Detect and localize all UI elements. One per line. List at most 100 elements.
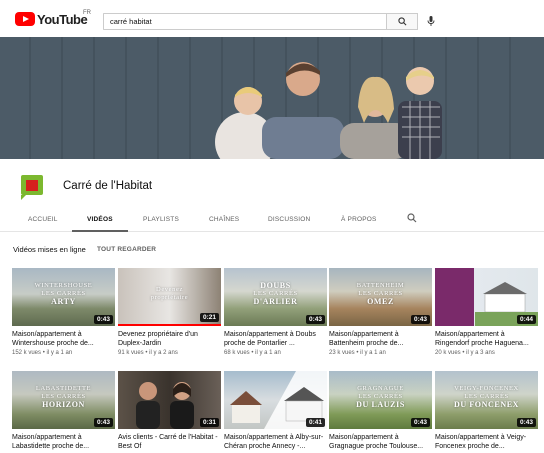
- video-thumbnail[interactable]: GRAGNAGUE LES CARRÉS DU LAUZIS 0:43: [329, 371, 432, 429]
- video-thumbnail[interactable]: 0:44: [435, 268, 538, 326]
- view-count: 20 k vues: [435, 350, 461, 356]
- video-thumbnail[interactable]: BATTENHEIM LES CARRÉS OMEZ 0:43: [329, 268, 432, 326]
- thumbnail-line: ARTY: [51, 297, 76, 306]
- mic-button[interactable]: [425, 14, 437, 28]
- video-title[interactable]: Maison/appartement à Labastidette proche…: [12, 433, 115, 451]
- duration-badge: 0:43: [305, 315, 325, 324]
- thumbnail-line: GRAGNAGUE: [357, 385, 404, 392]
- video-title[interactable]: Avis clients - Carré de l'Habitat - Best…: [118, 433, 221, 451]
- play-all-button[interactable]: TOUT REGARDER: [97, 246, 156, 253]
- video-card[interactable]: LABASTIDETTE LES CARRÉS HORIZON 0:43 Mai…: [12, 371, 115, 451]
- thumbnail-line: DOUBS: [260, 281, 291, 290]
- video-thumbnail[interactable]: 0:41: [224, 371, 327, 429]
- video-card[interactable]: 0:31 Avis clients - Carré de l'Habitat -…: [118, 371, 221, 451]
- search-button[interactable]: [386, 13, 418, 30]
- video-title[interactable]: Maison/appartement à Doubs proche de Pon…: [224, 330, 327, 348]
- tab-playlists[interactable]: PLAYLISTS: [143, 216, 179, 223]
- section-title: Vidéos mises en ligne: [13, 245, 86, 254]
- thumbnail-line: BATTENHEIM: [356, 282, 405, 289]
- search-icon: [397, 17, 406, 26]
- meta-separator: •: [356, 350, 359, 356]
- view-count: 152 k vues: [12, 350, 42, 356]
- thumbnail-text: WINTERSHOUSE LES CARRÉS ARTY: [12, 282, 115, 306]
- video-title[interactable]: Maison/appartement à Gragnague proche To…: [329, 433, 432, 451]
- thumbnail-line: WINTERSHOUSE: [34, 282, 93, 289]
- thumbnail-line: propriétaire: [150, 294, 189, 301]
- view-count: 91 k vues: [118, 350, 144, 356]
- tab-a-propos[interactable]: À PROPOS: [341, 216, 377, 223]
- video-meta: 91 k vues • il y a 2 ans: [118, 350, 221, 356]
- mic-icon: [427, 15, 435, 26]
- video-card[interactable]: GRAGNAGUE LES CARRÉS DU LAUZIS 0:43 Mais…: [329, 371, 432, 451]
- channel-avatar[interactable]: [14, 169, 48, 203]
- video-card[interactable]: WINTERSHOUSE LES CARRÉS ARTY 0:43 Maison…: [12, 268, 115, 356]
- video-meta: 152 k vues • il y a 1 an: [12, 350, 115, 356]
- video-card[interactable]: Devenez propriétaire 0:21 Devenez propri…: [118, 268, 221, 356]
- video-card[interactable]: DOUBS LES CARRÉS D'ARLIER 0:43 Maison/ap…: [224, 268, 327, 356]
- thumbnail-line: OMEZ: [367, 297, 394, 306]
- tab-videos[interactable]: VIDÉOS: [87, 216, 113, 223]
- country-code: FR: [83, 10, 91, 16]
- meta-separator: •: [42, 350, 45, 356]
- youtube-logo[interactable]: YouTube FR: [15, 10, 91, 27]
- video-thumbnail[interactable]: Devenez propriétaire 0:21: [118, 268, 221, 326]
- video-thumbnail[interactable]: VEIGY-FONCENEX LES CARRÉS DU FONCENEX 0:…: [435, 371, 538, 429]
- tab-discussion[interactable]: DISCUSSION: [268, 216, 310, 223]
- tab-chaines[interactable]: CHAÎNES: [209, 216, 239, 223]
- duration-badge: 0:21: [199, 313, 219, 322]
- meta-separator: •: [251, 350, 254, 356]
- thumbnail-text: LABASTIDETTE LES CARRÉS HORIZON: [12, 385, 115, 409]
- channel-banner: [0, 37, 544, 159]
- video-meta: 23 k vues • il y a 1 an: [329, 350, 432, 356]
- video-title[interactable]: Maison/appartement à Veigy-Foncenex proc…: [435, 433, 538, 451]
- video-thumbnail[interactable]: DOUBS LES CARRÉS D'ARLIER 0:43: [224, 268, 327, 326]
- youtube-play-icon: [15, 12, 35, 26]
- duration-badge: 0:31: [199, 418, 219, 427]
- upload-age: il y a 1 an: [46, 350, 73, 356]
- video-thumbnail[interactable]: LABASTIDETTE LES CARRÉS HORIZON 0:43: [12, 371, 115, 429]
- thumbnail-line: DU FONCENEX: [453, 400, 520, 409]
- banner-image: [0, 37, 544, 159]
- channel-tabs: ACCUEIL VIDÉOS PLAYLISTS CHAÎNES DISCUSS…: [0, 208, 544, 232]
- upload-age: il y a 1 an: [360, 350, 386, 356]
- duration-badge: 0:43: [93, 418, 113, 427]
- thumbnail-text: BATTENHEIM LES CARRÉS OMEZ: [329, 282, 432, 306]
- thumbnail-line: LABASTIDETTE: [35, 385, 92, 392]
- video-thumbnail[interactable]: WINTERSHOUSE LES CARRÉS ARTY 0:43: [12, 268, 115, 326]
- duration-badge: 0:43: [410, 315, 430, 324]
- video-card[interactable]: BATTENHEIM LES CARRÉS OMEZ 0:43 Maison/a…: [329, 268, 432, 356]
- active-tab-indicator: [72, 230, 128, 232]
- duration-badge: 0:43: [410, 418, 430, 427]
- view-count: 23 k vues: [329, 350, 355, 356]
- upload-age: il y a 3 ans: [466, 350, 495, 356]
- video-title[interactable]: Devenez propriétaire d'un Duplex-Jardin: [118, 330, 221, 348]
- video-card[interactable]: 0:44 Maison/appartement à Ringendorf pro…: [435, 268, 538, 356]
- video-thumbnail[interactable]: 0:31: [118, 371, 221, 429]
- video-card[interactable]: VEIGY-FONCENEX LES CARRÉS DU FONCENEX 0:…: [435, 371, 538, 451]
- duration-badge: 0:43: [516, 418, 536, 427]
- thumbnail-text: Devenez propriétaire: [118, 286, 221, 302]
- tab-accueil[interactable]: ACCUEIL: [28, 216, 58, 223]
- search-input[interactable]: [103, 13, 386, 30]
- thumbnail-line: HORIZON: [42, 400, 85, 409]
- duration-badge: 0:43: [93, 315, 113, 324]
- thumbnail-line: VEIGY-FONCENEX: [454, 385, 519, 392]
- channel-logo-icon: [14, 169, 48, 203]
- thumbnail-line: DU LAUZIS: [356, 400, 405, 409]
- thumbnail-text: DOUBS LES CARRÉS D'ARLIER: [224, 282, 327, 306]
- meta-separator: •: [462, 350, 465, 356]
- view-count: 68 k vues: [224, 350, 250, 356]
- video-title[interactable]: Maison/appartement à Battenheim proche d…: [329, 330, 432, 348]
- video-card[interactable]: 0:41 Maison/appartement à Alby-sur-Chéra…: [224, 371, 327, 451]
- video-meta: 68 k vues • il y a 1 an: [224, 350, 327, 356]
- video-title[interactable]: Maison/appartement à Ringendorf proche H…: [435, 330, 538, 348]
- duration-badge: 0:41: [305, 418, 325, 427]
- tab-search-icon[interactable]: [407, 213, 417, 223]
- channel-name: Carré de l'Habitat: [63, 180, 153, 192]
- duration-badge: 0:44: [516, 315, 536, 324]
- video-title[interactable]: Maison/appartement à Wintershouse proche…: [12, 330, 115, 348]
- thumbnail-line: D'ARLIER: [253, 297, 298, 306]
- video-meta: 20 k vues • il y a 3 ans: [435, 350, 538, 356]
- video-title[interactable]: Maison/appartement à Alby-sur-Chéran pro…: [224, 433, 327, 451]
- logo-text: YouTube: [37, 11, 88, 27]
